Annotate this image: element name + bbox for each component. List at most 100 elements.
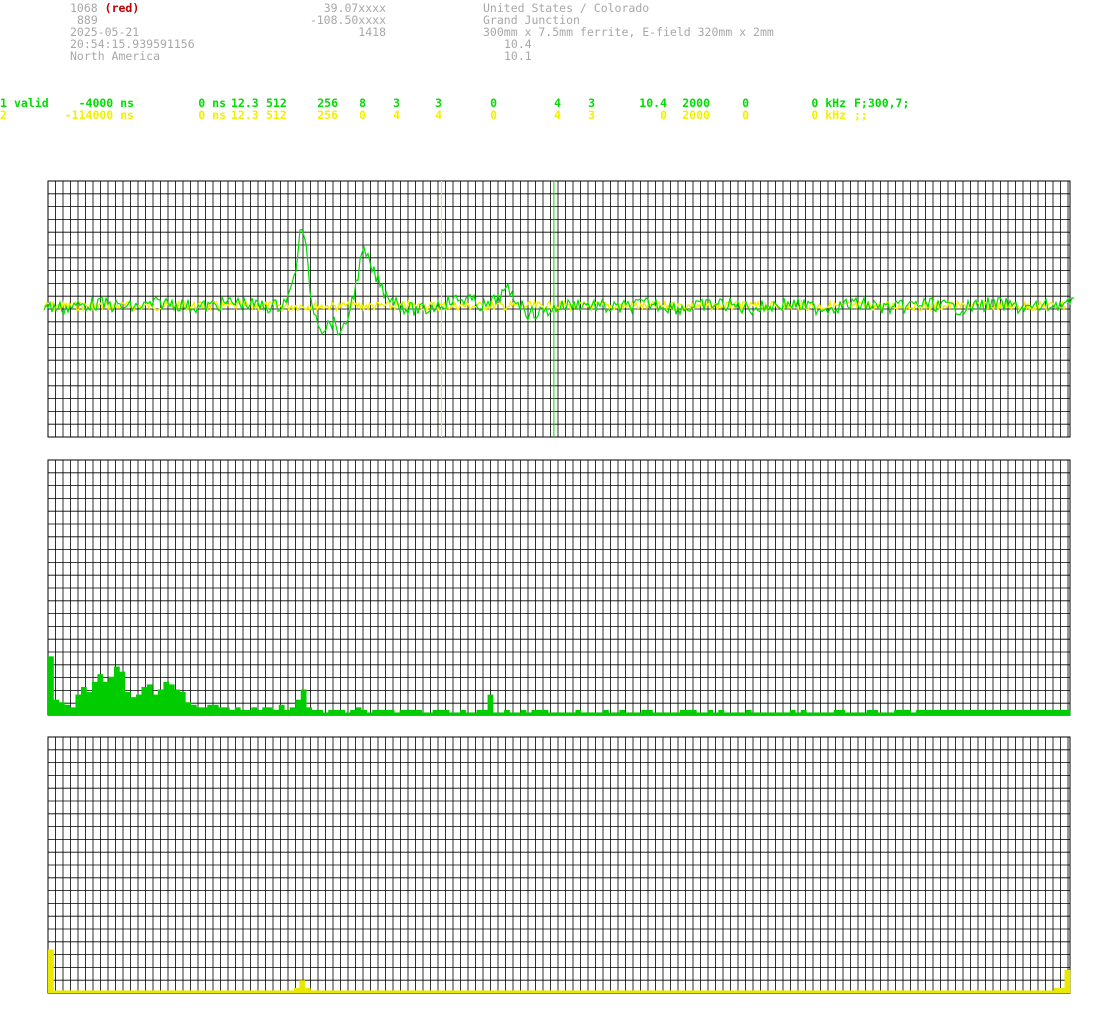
spectrum-green-panel-bar — [806, 712, 813, 715]
spectrum-yellow-panel-bar — [736, 990, 743, 993]
spectrum-green-panel-bar — [135, 694, 142, 715]
spectrum-green-panel-bar — [91, 681, 98, 715]
spectrum-yellow-panel-bar — [528, 990, 535, 993]
spectrum-green-panel-bar — [80, 686, 87, 715]
spectrum-green-panel-bar — [97, 674, 104, 715]
spectrum-green-panel-bar — [476, 709, 483, 715]
spectrum-yellow-panel-bar — [916, 990, 923, 993]
spectrum-yellow-panel-bar — [539, 990, 546, 993]
spectrum-green-panel-bar — [619, 709, 626, 715]
spectrum-green-panel-bar — [1031, 709, 1038, 715]
spectrum-yellow-panel-bar — [681, 990, 688, 993]
spectrum-yellow-panel-bar — [988, 990, 994, 993]
spectrum-yellow-panel-bar — [862, 990, 869, 993]
spectrum-green-panel-bar — [361, 709, 367, 715]
spectrum-yellow-panel-bar — [966, 990, 972, 993]
spectrum-yellow-panel-bar — [184, 990, 191, 993]
spectrum-green-panel-bar — [58, 702, 65, 715]
spectrum-yellow-panel-bar — [250, 990, 256, 993]
spectrum-yellow-panel-bar — [753, 990, 759, 993]
spectrum-green-panel-bar — [872, 709, 878, 715]
spectrum-green-panel-bar — [740, 712, 747, 715]
spectrum-green-panel-bar — [548, 712, 554, 715]
spectrum-green-panel-bar — [196, 707, 203, 715]
spectrum-yellow-panel-bar — [283, 990, 289, 993]
spectrum-yellow-panel-bar — [742, 990, 748, 993]
spectrum-green-panel-bar — [53, 699, 60, 715]
spectrum-yellow-panel-bar — [944, 990, 951, 993]
spectrum-green-panel-bar — [993, 709, 999, 715]
spectrum-yellow-panel-bar — [162, 990, 169, 993]
spectrum-yellow-panel-bar — [288, 990, 295, 993]
spectrum-green-panel-bar — [784, 712, 791, 715]
spectrum-yellow-panel-bar — [299, 980, 306, 993]
spectrum-green-panel-bar — [295, 699, 302, 715]
spectrum-green-panel-bar — [839, 709, 846, 715]
spectrum-green-panel-bar — [723, 712, 730, 715]
spectrum-green-panel-bar — [328, 709, 335, 715]
spectrum-yellow-panel-bar — [173, 990, 180, 993]
spectrum-yellow-panel-bar — [255, 990, 262, 993]
spectrum-green-panel-bar — [850, 712, 857, 715]
spectrum-green-panel-bar — [355, 707, 362, 715]
spectrum-yellow-panel-bar — [960, 990, 967, 993]
spectrum-green-panel-bar — [888, 712, 895, 715]
spectrum-yellow-panel-bar — [58, 990, 65, 993]
spectrum-yellow-panel-bar — [774, 990, 781, 993]
spectrum-green-panel-bar — [465, 712, 472, 715]
spectrum-green-panel-bar — [987, 709, 994, 715]
spectrum-green-panel-bar — [927, 709, 933, 715]
spectrum-yellow-panel-bar — [48, 949, 54, 993]
spectrum-yellow-panel-bar — [998, 990, 1005, 993]
spectrum-green-panel-bar — [267, 707, 274, 715]
spectrum-green-panel-bar — [251, 707, 258, 715]
spectrum-green-panel-bar — [383, 709, 389, 715]
spectrum-green-panel-bar — [613, 712, 620, 715]
spectrum-yellow-panel-bar — [599, 990, 606, 993]
spectrum-green-panel-bar — [773, 712, 780, 715]
spectrum-green-panel-bar — [855, 712, 862, 715]
spectrum-green-panel-bar — [1059, 709, 1065, 715]
spectrum-yellow-panel-bar — [927, 990, 934, 993]
spectrum-yellow-panel-bar — [578, 990, 584, 993]
spectrum-green-panel-bar — [124, 692, 131, 715]
spectrum-green-panel-bar — [113, 666, 120, 715]
spectrum-yellow-panel-bar — [452, 990, 459, 993]
spectrum-green-panel-bar — [559, 712, 565, 715]
spectrum-yellow-panel-bar — [354, 990, 360, 993]
spectrum-green-panel-bar — [493, 712, 499, 715]
spectrum-yellow-panel-bar — [206, 990, 213, 993]
spectrum-yellow-panel-bar — [785, 990, 792, 993]
spectrum-yellow-panel-bar — [277, 990, 284, 993]
spectrum-yellow-panel-bar — [457, 990, 464, 993]
spectrum-green-panel-bar — [789, 709, 796, 715]
spectrum-yellow-panel-bar — [375, 990, 382, 993]
spectrum-yellow-panel-bar — [1048, 990, 1054, 993]
spectrum-yellow-panel-bar — [627, 990, 634, 993]
spectrum-green-panel-bar — [932, 709, 939, 715]
spectrum-yellow-panel-bar — [190, 990, 196, 993]
spectrum-green-panel-bar — [866, 709, 873, 715]
spectrum-green-panel-bar — [580, 712, 587, 715]
spectrum-green-panel-bar — [701, 712, 708, 715]
spectrum-yellow-panel-bar — [561, 990, 568, 993]
spectrum-yellow-panel-bar — [1026, 990, 1033, 993]
spectrum-yellow-panel-bar — [364, 990, 371, 993]
spectrum-green-panel-bar — [531, 709, 538, 715]
spectrum-green-panel-bar — [685, 709, 692, 715]
spectrum-yellow-panel-bar — [605, 990, 612, 993]
spectrum-green-panel-bar — [185, 702, 192, 715]
spectrum-yellow-panel-bar — [906, 990, 912, 993]
spectrum-green-panel-bar — [48, 656, 54, 715]
spectrum-green-panel-bar — [509, 712, 516, 715]
spectrum-yellow-panel-bar — [266, 990, 273, 993]
spectrum-yellow-panel-bar — [53, 990, 60, 993]
spectrum-yellow-panel-bar — [807, 990, 814, 993]
spectrum-yellow-panel-bar — [348, 990, 355, 993]
spectrum-yellow-panel-bar — [386, 990, 393, 993]
spectrum-yellow-panel-bar — [922, 990, 929, 993]
spectrum-yellow-panel-bar — [938, 990, 945, 993]
spectrum-yellow-panel-bar — [75, 990, 82, 993]
spectrum-green-panel-grid — [47, 459, 1070, 715]
spectrum-green-panel-bar — [394, 712, 400, 715]
